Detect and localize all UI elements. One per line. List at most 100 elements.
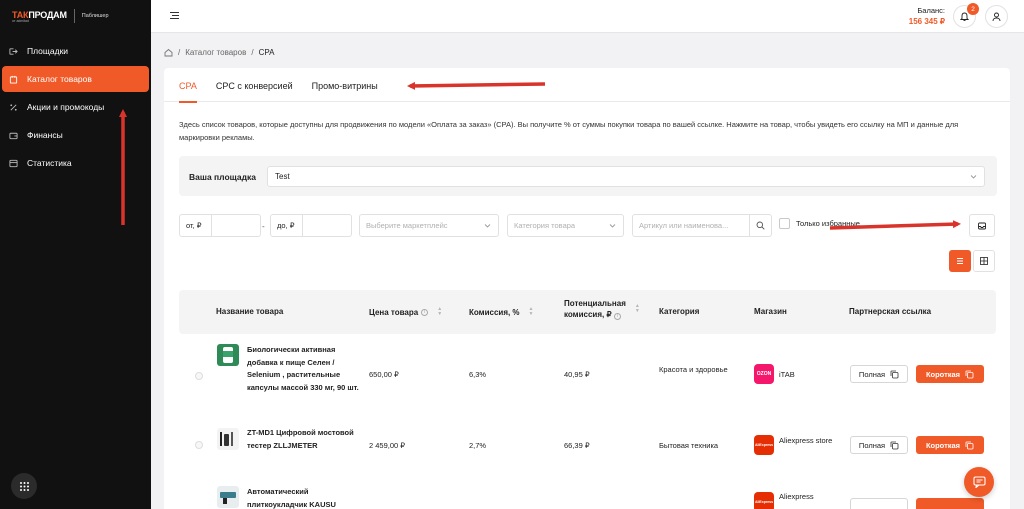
price-from-field[interactable]: от, ₽ (179, 214, 261, 237)
product-name[interactable]: Биологически активная добавка к пище Сел… (247, 344, 359, 394)
column-category: Категория (659, 307, 700, 316)
full-link-button[interactable]: Полная (850, 365, 908, 383)
short-link-label: Короткая (925, 440, 961, 450)
apps-grid-icon (19, 481, 29, 491)
breadcrumb-separator: / (178, 48, 181, 57)
product-price: 2 459,00 ₽ (369, 441, 406, 450)
balance: Баланс: 156 345 ₽ (909, 6, 945, 26)
full-link-button[interactable] (850, 498, 908, 509)
menu-toggle-icon[interactable] (170, 11, 179, 20)
chat-icon (972, 476, 986, 488)
copy-icon (965, 370, 974, 378)
price-to-field[interactable]: до, ₽ (270, 214, 352, 237)
short-link-button[interactable] (916, 498, 984, 509)
sidebar-item-label: Каталог товаров (27, 74, 92, 84)
full-link-button[interactable]: Полная (850, 436, 908, 454)
search-button[interactable] (749, 215, 771, 236)
product-commission: 6,3% (469, 370, 487, 379)
balance-value: 156 345 ₽ (908, 17, 945, 26)
chevron-down-icon (609, 224, 616, 228)
chevron-down-icon (970, 175, 977, 179)
platform-label: Ваша площадка (189, 172, 257, 182)
favorites-filter[interactable]: Только избранные (779, 218, 860, 229)
topbar: Баланс: 156 345 ₽ 2 (151, 0, 1024, 33)
field-divider (302, 215, 303, 236)
search-field[interactable]: Артикул или наименова... (632, 214, 772, 237)
product-thumbnail (217, 344, 239, 366)
info-icon: i (421, 308, 429, 316)
sort-icon: ▲ ▼ (437, 306, 443, 317)
product-commission: 2,7% (469, 441, 487, 450)
platform-selector: Ваша площадка Test (179, 156, 997, 196)
aliexpress-logo-icon: AliExpress (754, 435, 774, 455)
section-label: Паблишер (81, 13, 109, 19)
column-commission-label: Комиссия, % (469, 307, 520, 317)
product-potential-commission: 66,39 ₽ (564, 441, 590, 450)
product-category: Бытовая техника (659, 441, 719, 450)
tab-cpa[interactable]: CPA (179, 68, 197, 103)
price-from-label: от, ₽ (186, 221, 202, 230)
product-thumbnail (217, 486, 239, 508)
sidebar-item-catalog[interactable]: Каталог товаров (2, 66, 149, 92)
category-select[interactable]: Категория товара (507, 214, 624, 237)
row-select-radio[interactable] (195, 441, 203, 449)
user-menu-button[interactable] (985, 5, 1008, 28)
tab-cpc-conversion[interactable]: CPC с конверсией (216, 68, 293, 102)
platform-select[interactable]: Test (267, 166, 985, 187)
logo[interactable]: ТАКПРОДАМ от admitad Паблишер (12, 9, 109, 23)
product-name[interactable]: Автоматический плиткоукладчик KAUSU (247, 486, 359, 509)
product-thumbnail (217, 428, 239, 450)
sort-icon: ▲ ▼ (634, 303, 640, 314)
grid-view-button[interactable] (973, 250, 995, 272)
short-link-button[interactable]: Короткая (916, 436, 984, 454)
export-button[interactable] (969, 214, 995, 237)
catalog-card: CPA CPC с конверсией Промо-витрины Здесь… (164, 68, 1010, 509)
chart-icon (8, 158, 18, 168)
column-name: Название товара (216, 307, 284, 316)
aliexpress-logo-icon: AliExpress (754, 492, 774, 509)
product-name[interactable]: ZT-MD1 Цифровой мостовой тестер ZLLJMETE… (247, 427, 359, 452)
sidebar-item-promos[interactable]: Акции и промокоды (2, 94, 149, 120)
tab-promo-showcases[interactable]: Промо-витрины (312, 68, 378, 102)
short-link-button[interactable]: Короткая (916, 365, 984, 383)
sidebar-item-stats[interactable]: Статистика (2, 150, 149, 176)
full-link-label: Полная (858, 369, 886, 379)
marketplace-placeholder: Выберите маркетплейс (366, 221, 448, 230)
sidebar-item-label: Статистика (27, 158, 72, 168)
row-select-radio[interactable] (195, 372, 203, 380)
sidebar-item-label: Акции и промокоды (27, 102, 105, 112)
favorites-checkbox[interactable] (779, 218, 790, 229)
chat-button[interactable] (964, 467, 994, 497)
favorites-label: Только избранные (796, 219, 860, 228)
search-placeholder: Артикул или наименова... (639, 221, 729, 230)
category-placeholder: Категория товара (514, 221, 576, 230)
breadcrumb-catalog[interactable]: Каталог товаров (185, 48, 246, 57)
logo-divider (73, 9, 75, 23)
range-separator: - (262, 222, 265, 231)
store-name: Aliexpress (779, 492, 814, 501)
column-store: Магазин (754, 307, 787, 316)
sidebar-item-finance[interactable]: Финансы (2, 122, 149, 148)
column-commission[interactable]: Комиссия, % ▲ ▼ (469, 307, 534, 317)
breadcrumb-current: CPA (258, 48, 275, 57)
download-tray-icon (978, 222, 986, 229)
wallet-icon (8, 130, 18, 140)
column-price[interactable]: Цена товара i ▲ ▼ (369, 307, 442, 317)
apps-grid-button[interactable] (11, 473, 37, 499)
sidebar-nav: Площадки Каталог товаров Акции и промоко… (2, 38, 149, 178)
sidebar-item-label: Финансы (27, 130, 63, 140)
sidebar-item-platforms[interactable]: Площадки (2, 38, 149, 64)
notification-badge: 2 (967, 3, 979, 15)
column-potential[interactable]: Потенциальная комиссия, ₽ i ▲ ▼ (564, 298, 640, 320)
table-row[interactable]: ZT-MD1 Цифровой мостовой тестер ZLLJMETE… (179, 423, 996, 473)
marketplace-select[interactable]: Выберите маркетплейс (359, 214, 499, 237)
home-icon[interactable] (164, 48, 173, 57)
table-row[interactable]: Автоматический плиткоукладчик KAUSU AliE… (179, 482, 996, 509)
list-view-button[interactable] (949, 250, 971, 272)
table-row[interactable]: Биологически активная добавка к пище Сел… (179, 340, 996, 412)
table-header: Название товара Цена товара i ▲ ▼ Комисси… (179, 290, 996, 334)
column-price-label: Цена товара (369, 307, 419, 317)
ozon-logo-icon: OZON (754, 364, 774, 384)
notifications-button[interactable]: 2 (953, 3, 979, 28)
product-potential-commission: 40,95 ₽ (564, 370, 590, 379)
